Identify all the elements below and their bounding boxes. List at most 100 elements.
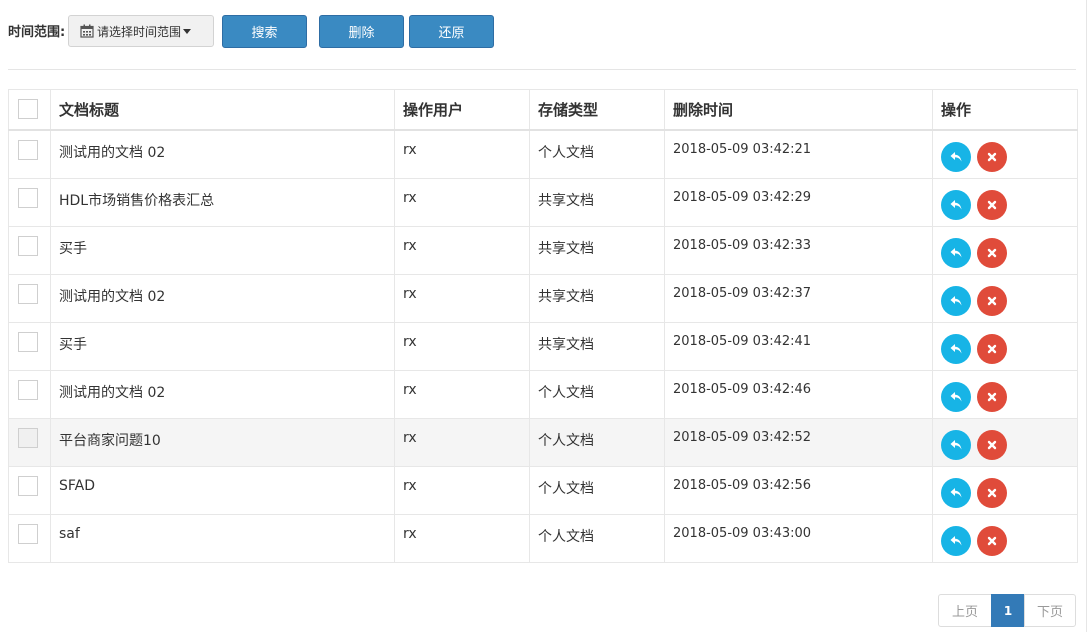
- time-range-picker[interactable]: 请选择时间范围: [68, 15, 214, 47]
- column-header-actions: 操作: [932, 89, 1078, 131]
- title-cell: 测试用的文档 02: [50, 129, 395, 179]
- actions-cell: [932, 465, 1078, 515]
- document-title: saf: [59, 525, 80, 542]
- delete-row-button[interactable]: [977, 477, 1007, 508]
- undo-icon: [949, 246, 963, 260]
- toolbar: 时间范围: 请选择时间范围 搜索 删除 还原: [0, 0, 1080, 70]
- row-checkbox[interactable]: [18, 427, 38, 448]
- restore-row-button[interactable]: [941, 477, 971, 508]
- operator-user: rx: [403, 381, 417, 398]
- user-cell: rx: [394, 465, 530, 515]
- storage-type-cell: 共享文档: [529, 177, 665, 227]
- row-select-cell: [8, 417, 51, 467]
- deleted-time-cell: 2018-05-09 03:42:33: [664, 225, 933, 275]
- operator-user: rx: [403, 141, 417, 158]
- delete-row-button[interactable]: [977, 237, 1007, 268]
- scrollbar-edge: [1086, 0, 1087, 632]
- storage-type: 共享文档: [538, 288, 594, 305]
- restore-button[interactable]: 还原: [409, 15, 494, 48]
- storage-type-cell: 个人文档: [529, 417, 665, 467]
- title-cell: saf: [50, 513, 395, 563]
- deleted-time: 2018-05-09 03:42:21: [673, 141, 812, 157]
- close-icon: [987, 200, 997, 210]
- restore-row-button[interactable]: [941, 333, 971, 364]
- storage-type: 个人文档: [538, 384, 594, 401]
- delete-row-button[interactable]: [977, 333, 1007, 364]
- operator-user: rx: [403, 429, 417, 446]
- restore-row-button[interactable]: [941, 525, 971, 556]
- storage-type: 个人文档: [538, 432, 594, 449]
- restore-row-button[interactable]: [941, 189, 971, 220]
- delete-row-button[interactable]: [977, 381, 1007, 412]
- actions-cell: [932, 225, 1078, 275]
- row-select-cell: [8, 273, 51, 323]
- deleted-time: 2018-05-09 03:42:33: [673, 237, 812, 253]
- select-all-checkbox[interactable]: [18, 99, 38, 120]
- delete-row-button[interactable]: [977, 429, 1007, 460]
- storage-type-cell: 个人文档: [529, 129, 665, 179]
- title-cell: 买手: [50, 321, 395, 371]
- deleted-time-cell: 2018-05-09 03:42:46: [664, 369, 933, 419]
- table-row: 测试用的文档 02 rx 个人文档 2018-05-09 03:42:46: [8, 369, 1078, 419]
- undo-icon: [949, 342, 963, 356]
- column-header-title[interactable]: 文档标题: [50, 89, 395, 131]
- row-checkbox[interactable]: [18, 523, 38, 544]
- restore-row-button[interactable]: [941, 285, 971, 316]
- actions-cell: [932, 417, 1078, 467]
- row-checkbox[interactable]: [18, 331, 38, 352]
- column-header-user[interactable]: 操作用户: [394, 89, 530, 131]
- close-icon: [987, 248, 997, 258]
- restore-row-button[interactable]: [941, 381, 971, 412]
- table-row: SFAD rx 个人文档 2018-05-09 03:42:56: [8, 465, 1078, 515]
- row-checkbox[interactable]: [18, 283, 38, 304]
- delete-button[interactable]: 删除: [319, 15, 404, 48]
- row-select-cell: [8, 129, 51, 179]
- delete-row-button[interactable]: [977, 525, 1007, 556]
- close-icon: [987, 296, 997, 306]
- row-checkbox[interactable]: [18, 235, 38, 256]
- next-page-button[interactable]: 下页: [1024, 594, 1076, 627]
- restore-row-button[interactable]: [941, 237, 971, 268]
- close-icon: [987, 440, 997, 450]
- current-page-button[interactable]: 1: [991, 594, 1025, 627]
- time-range-placeholder: 请选择时间范围: [97, 24, 182, 39]
- user-cell: rx: [394, 129, 530, 179]
- deleted-time-cell: 2018-05-09 03:42:37: [664, 273, 933, 323]
- search-button[interactable]: 搜索: [222, 15, 307, 48]
- delete-row-button[interactable]: [977, 141, 1007, 172]
- time-range-label: 时间范围:: [8, 25, 66, 40]
- table-row: saf rx 个人文档 2018-05-09 03:43:00: [8, 513, 1078, 563]
- title-cell: 测试用的文档 02: [50, 369, 395, 419]
- operator-user: rx: [403, 285, 417, 302]
- restore-row-button[interactable]: [941, 141, 971, 172]
- delete-row-button[interactable]: [977, 189, 1007, 220]
- undo-icon: [949, 198, 963, 212]
- undo-icon: [949, 438, 963, 452]
- close-icon: [987, 488, 997, 498]
- delete-row-button[interactable]: [977, 285, 1007, 316]
- actions-cell: [932, 513, 1078, 563]
- column-header-deleted-time[interactable]: 删除时间: [664, 89, 933, 131]
- storage-type: 共享文档: [538, 336, 594, 353]
- row-checkbox[interactable]: [18, 187, 38, 208]
- deleted-time: 2018-05-09 03:42:46: [673, 381, 812, 397]
- row-select-cell: [8, 177, 51, 227]
- table-row: 测试用的文档 02 rx 个人文档 2018-05-09 03:42:21: [8, 129, 1078, 179]
- row-checkbox[interactable]: [18, 475, 38, 496]
- user-cell: rx: [394, 225, 530, 275]
- column-header-storage-type[interactable]: 存储类型: [529, 89, 665, 131]
- table-row: 测试用的文档 02 rx 共享文档 2018-05-09 03:42:37: [8, 273, 1078, 323]
- document-title: 测试用的文档 02: [59, 288, 166, 305]
- row-checkbox[interactable]: [18, 379, 38, 400]
- title-cell: HDL市场销售价格表汇总: [50, 177, 395, 227]
- deleted-time-cell: 2018-05-09 03:42:41: [664, 321, 933, 371]
- restore-row-button[interactable]: [941, 429, 971, 460]
- document-title: 测试用的文档 02: [59, 384, 166, 401]
- prev-page-button[interactable]: 上页: [938, 594, 992, 627]
- row-checkbox[interactable]: [18, 139, 38, 160]
- undo-icon: [949, 294, 963, 308]
- user-cell: rx: [394, 417, 530, 467]
- storage-type: 共享文档: [538, 192, 594, 209]
- undo-icon: [949, 486, 963, 500]
- calendar-icon: [80, 24, 94, 38]
